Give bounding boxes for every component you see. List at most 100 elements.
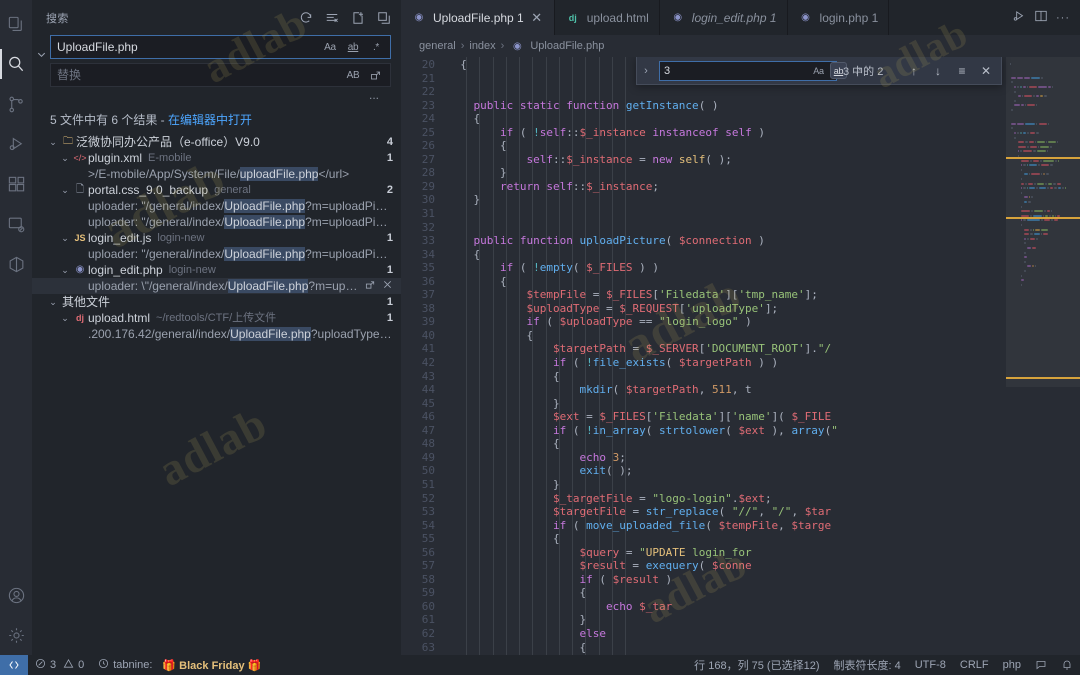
search-sidebar: 搜索 UploadFile.php Aa ab .* 替换 AB ... 5 文… — [32, 0, 401, 655]
toggle-replace-button[interactable] — [32, 35, 50, 105]
chevron-down-icon[interactable]: ⌄ — [46, 294, 60, 310]
files-icon — [7, 15, 26, 34]
close-icon[interactable]: ✕ — [530, 11, 544, 24]
replace-icon[interactable] — [365, 278, 376, 294]
activitybar-docker[interactable] — [0, 244, 32, 284]
new-editor-icon[interactable] — [347, 7, 369, 29]
search-input[interactable] — [51, 36, 321, 58]
tree-row-file[interactable]: ⌄ ◉ login_edit.php login-new 1 — [32, 262, 401, 278]
tree-row-folder[interactable]: ⌄ 🗀 泛微协同办公产品（e-office）V9.0 4 — [32, 134, 401, 150]
breadcrumb-item-index[interactable]: index — [469, 40, 495, 52]
activitybar-remote-explorer[interactable] — [0, 204, 32, 244]
line-number: 33 — [421, 234, 435, 248]
tree-file-label: portal.css_9.0_backup — [88, 183, 209, 197]
tab-uploadfile-php[interactable]: ◉ UploadFile.php 1 ✕ — [401, 0, 555, 35]
activitybar-extensions[interactable] — [0, 164, 32, 204]
close-icon[interactable] — [382, 278, 393, 294]
match-text: uploader: \"/general/index/UploadFile.ph… — [88, 279, 359, 293]
find-in-selection-button[interactable]: ≡ — [953, 62, 971, 80]
match-case-toggle[interactable]: Aa — [321, 38, 339, 56]
warning-count: 0 — [78, 659, 85, 671]
line-number: 36 — [421, 274, 435, 288]
toggle-search-details[interactable]: ... — [50, 89, 391, 105]
match-whole-word-toggle[interactable]: ab — [344, 38, 362, 56]
status-editor-language[interactable]: php — [996, 655, 1028, 675]
split-editor-icon[interactable] — [1034, 9, 1048, 26]
code-content[interactable]: { public static function getInstance( ) … — [447, 57, 1006, 655]
account-icon — [7, 586, 26, 605]
tree-row-match[interactable]: uploader: "/general/index/UploadFile.php… — [32, 246, 401, 262]
tree-row-match[interactable]: uploader: "/general/index/UploadFile.php… — [32, 198, 401, 214]
code-line: { — [579, 640, 587, 654]
search-options: Aa ab .* — [321, 38, 390, 56]
notifications-bell-icon[interactable] — [1054, 655, 1080, 675]
line-number: 50 — [421, 464, 435, 478]
tab-login-edit-php[interactable]: ◉ login_edit.php 1 — [660, 0, 788, 35]
editor-group: ◉ UploadFile.php 1 ✕ dj upload.html ◉ lo… — [401, 0, 1080, 655]
status-editor-encoding[interactable]: UTF-8 — [908, 655, 953, 675]
line-number: 30 — [421, 193, 435, 207]
breadcrumb-item-general[interactable]: general — [419, 40, 456, 52]
tree-row-match[interactable]: >/E-mobile/App/System/File/uploadFile.ph… — [32, 166, 401, 182]
tree-row-file[interactable]: ⌄ JS login_edit.js login-new 1 — [32, 230, 401, 246]
status-editor-selection[interactable]: 行 168，列 75 (已选择12) — [687, 655, 826, 675]
tab-upload-html[interactable]: dj upload.html — [555, 0, 660, 35]
tree-row-match-selected[interactable]: uploader: \"/general/index/UploadFile.ph… — [32, 278, 401, 294]
replace-options: AB — [344, 66, 390, 84]
activitybar-explorer[interactable] — [0, 4, 32, 44]
minimap[interactable] — [1006, 57, 1080, 655]
code-scroll-area[interactable]: { public static function getInstance( ) … — [447, 57, 1006, 655]
find-input[interactable] — [660, 61, 810, 80]
activitybar-accounts[interactable] — [0, 575, 32, 615]
tab-label: UploadFile.php 1 — [433, 10, 524, 25]
refresh-icon[interactable] — [295, 7, 317, 29]
vscode-window: 搜索 UploadFile.php Aa ab .* 替换 AB ... 5 文… — [0, 0, 1080, 675]
collapse-all-icon[interactable] — [373, 7, 395, 29]
chevron-down-icon[interactable]: ⌄ — [58, 310, 72, 326]
activitybar-manage-settings[interactable] — [0, 615, 32, 655]
status-editor-indentation[interactable]: 制表符长度: 4 — [827, 655, 908, 675]
chevron-down-icon[interactable]: ⌄ — [58, 182, 72, 198]
code-line: { — [579, 586, 587, 600]
chevron-down-icon[interactable]: ⌄ — [58, 230, 72, 246]
tree-row-folder[interactable]: ⌄ 其他文件 1 — [32, 294, 401, 310]
previous-match-button[interactable]: ↑ — [905, 62, 923, 80]
use-regex-toggle[interactable]: .* — [367, 38, 385, 56]
chevron-down-icon[interactable]: ⌄ — [58, 262, 72, 278]
remote-indicator[interactable] — [0, 655, 28, 675]
run-or-debug-icon[interactable] — [1012, 9, 1026, 26]
replace-all-icon[interactable] — [367, 66, 385, 84]
tree-row-match[interactable]: uploader: "/general/index/UploadFile.php… — [32, 214, 401, 230]
code-line: $_targetFile = "logo-login".$ext; — [552, 491, 772, 505]
more-actions-icon[interactable]: ··· — [1056, 12, 1070, 24]
tab-login-php[interactable]: ◉ login.php 1 — [788, 0, 890, 35]
breadcrumb-item-file[interactable]: UploadFile.php — [530, 40, 604, 52]
status-problems[interactable]: 3 0 — [28, 655, 91, 675]
open-in-editor-link[interactable]: 在编辑器中打开 — [168, 113, 252, 127]
close-find-button[interactable]: ✕ — [977, 62, 995, 80]
tree-row-match[interactable]: .200.176.42/general/index/UploadFile.php… — [32, 326, 401, 342]
activitybar-run-and-debug[interactable] — [0, 124, 32, 164]
replace-input[interactable] — [51, 64, 344, 86]
code-line: $uploadType = $_REQUEST['uploadType']; — [526, 301, 779, 315]
status-tabnine[interactable]: tabnine: 🎁 Black Friday 🎁 — [91, 655, 268, 675]
tree-row-file[interactable]: ⌄ 🗋 portal.css_9.0_backup general 2 — [32, 182, 401, 198]
status-editor-eol[interactable]: CRLF — [953, 655, 996, 675]
preserve-case-toggle[interactable]: AB — [344, 66, 362, 84]
workbench-body: 搜索 UploadFile.php Aa ab .* 替换 AB ... 5 文… — [0, 0, 1080, 655]
tree-row-file[interactable]: ⌄ </> plugin.xml E-mobile 1 — [32, 150, 401, 166]
tree-row-file[interactable]: ⌄ dj upload.html ~/redtools/CTF/上传文件 1 — [32, 310, 401, 326]
chevron-down-icon[interactable]: ⌄ — [46, 134, 60, 150]
match-case-toggle[interactable]: Aa — [810, 62, 827, 79]
activitybar-source-control[interactable] — [0, 84, 32, 124]
activitybar-search[interactable] — [0, 44, 32, 84]
code-line: { — [552, 369, 560, 383]
next-match-button[interactable]: ↓ — [929, 62, 947, 80]
chevron-down-icon[interactable]: ⌄ — [58, 150, 72, 166]
line-number: 58 — [421, 572, 435, 586]
toggle-replace-in-find-icon[interactable]: › — [639, 65, 653, 77]
minimap-slider[interactable] — [1006, 57, 1080, 387]
feedback-icon[interactable] — [1028, 655, 1054, 675]
clear-all-icon[interactable] — [321, 7, 343, 29]
